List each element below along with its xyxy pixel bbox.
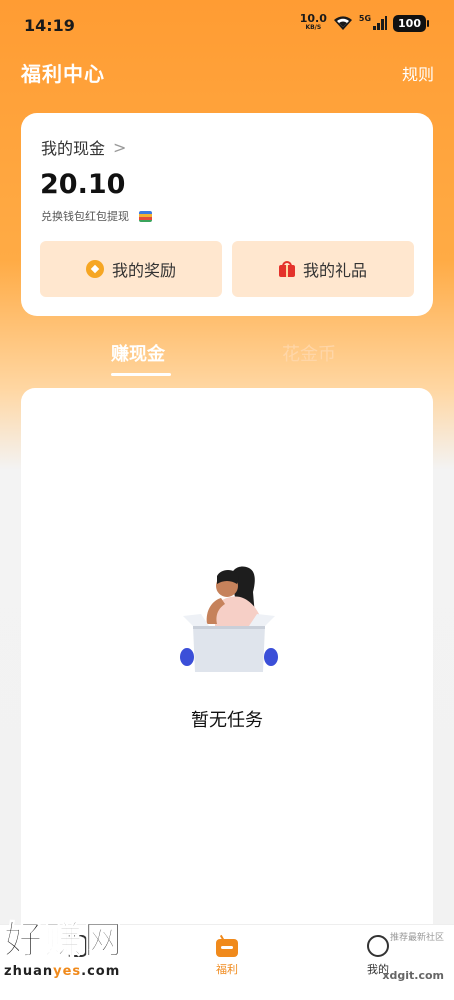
- network-speed-value: 10.0: [299, 12, 327, 25]
- header: 福利中心 规则: [0, 52, 454, 92]
- status-bar: 14:19 10.0 KB/S 5G 100: [0, 0, 454, 52]
- nav-home[interactable]: [46, 935, 106, 961]
- cellular-signal-icon: [373, 16, 388, 30]
- gift-icon: [278, 261, 295, 277]
- network-speed-unit: KB/S: [305, 24, 322, 31]
- page-title: 福利中心: [21, 62, 105, 86]
- tab-earn-cash[interactable]: 赚现金: [111, 340, 165, 366]
- my-cash-link[interactable]: 我的现金 >: [41, 135, 126, 159]
- tv-icon: [216, 939, 238, 957]
- cash-subtitle-row: 兑换钱包红包提现: [41, 208, 152, 224]
- my-cash-title: 我的现金: [41, 139, 106, 158]
- empty-state-text: 暂无任务: [191, 710, 263, 731]
- chevron-right-icon: >: [113, 137, 127, 157]
- cash-card: 我的现金 > 20.10 兑换钱包红包提现 我的奖励 我的礼品: [21, 113, 433, 316]
- coin-icon: [85, 260, 104, 278]
- network-speed: 10.0 KB/S: [299, 12, 327, 32]
- rules-link[interactable]: 规则: [402, 61, 434, 85]
- battery-indicator: 100: [393, 14, 429, 32]
- my-gifts-label: 我的礼品: [302, 261, 367, 280]
- wallet-icon: [139, 210, 152, 222]
- nav-mine[interactable]: 我的: [348, 935, 408, 977]
- tab-spend-coins[interactable]: 花金币: [282, 340, 336, 366]
- status-time: 14:19: [24, 16, 75, 35]
- active-tab-indicator: [111, 373, 171, 376]
- my-gifts-button[interactable]: 我的礼品: [232, 241, 414, 297]
- bottom-nav: 福利 我的: [0, 924, 454, 1000]
- my-rewards-label: 我的奖励: [111, 261, 176, 280]
- signal-5g-label: 5G: [358, 14, 372, 23]
- status-icons: 10.0 KB/S 5G 100: [299, 12, 429, 32]
- cash-subtitle: 兑换钱包红包提现: [41, 210, 129, 223]
- my-rewards-button[interactable]: 我的奖励: [40, 241, 222, 297]
- profile-icon: [367, 935, 389, 957]
- empty-box-illustration: [180, 566, 278, 672]
- task-panel: 暂无任务: [21, 388, 433, 948]
- home-icon: [65, 935, 87, 957]
- nav-mine-label: 我的: [367, 963, 389, 976]
- cash-amount: 20.10: [40, 169, 126, 200]
- wifi-icon: [333, 16, 352, 30]
- tab-bar: 赚现金 花金币: [0, 340, 454, 384]
- nav-welfare-label: 福利: [216, 963, 238, 976]
- nav-welfare[interactable]: 福利: [197, 935, 257, 977]
